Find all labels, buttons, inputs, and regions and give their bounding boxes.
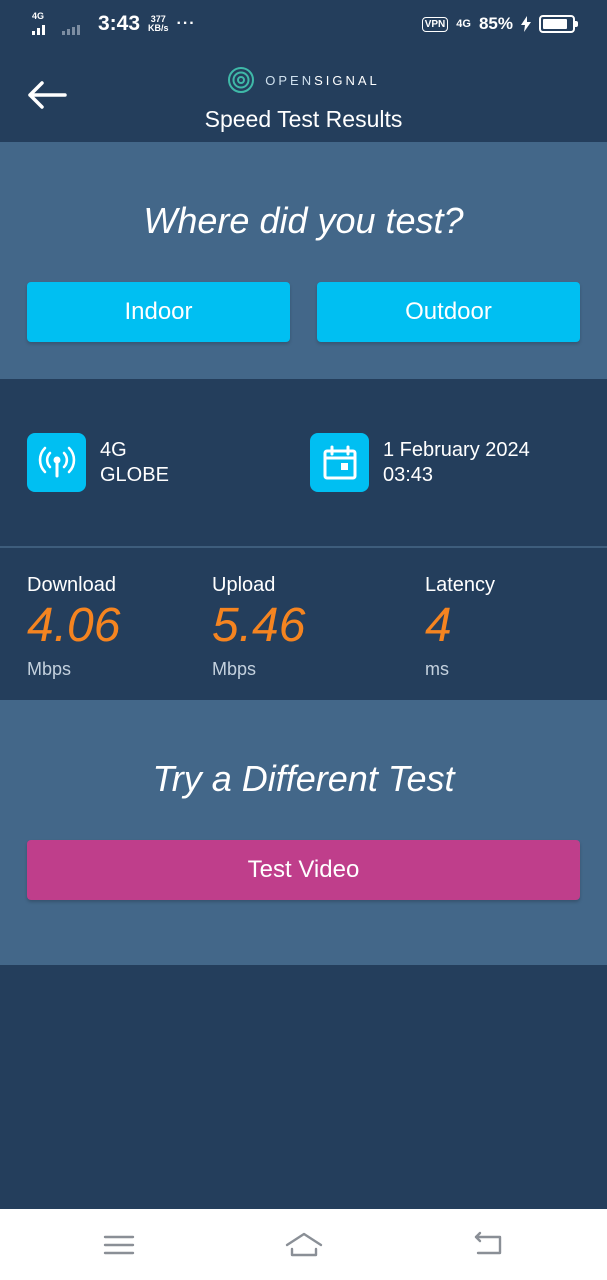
app-header: OPENSIGNAL Speed Test Results	[0, 48, 607, 142]
menu-icon[interactable]	[99, 1229, 139, 1261]
connection-info: 4G GLOBE 1 February 2024 03:43	[0, 379, 607, 547]
network-speed-unit: KB/s	[148, 23, 169, 33]
latency-unit: ms	[425, 659, 449, 679]
test-time: 03:43	[383, 463, 434, 486]
download-value: 4.06	[27, 599, 121, 652]
network-type: 4G	[100, 438, 127, 461]
battery-percent: 85%	[478, 14, 513, 33]
home-icon[interactable]	[284, 1229, 324, 1261]
test-video-button[interactable]: Test Video	[27, 840, 580, 900]
download-label: Download	[27, 574, 116, 596]
system-nav-bar	[0, 1209, 607, 1280]
status-bar-left: 4G 3:43 377 KB/s ···	[32, 11, 196, 36]
operator-name: GLOBE	[100, 463, 169, 486]
outdoor-button[interactable]: Outdoor	[317, 282, 580, 342]
brand-prefix: OPEN	[265, 72, 315, 88]
vpn-badge: VPN	[421, 16, 449, 32]
upload-metric: Upload 5.46 Mbps	[212, 574, 305, 680]
status-time: 3:43	[98, 12, 141, 35]
charging-bolt-icon	[521, 16, 531, 32]
battery-fill	[543, 19, 567, 29]
latency-label: Latency	[425, 574, 496, 596]
location-question: Where did you test?	[143, 200, 464, 241]
opensignal-logo: OPENSIGNAL	[0, 66, 607, 94]
different-test-title: Try a Different Test	[152, 758, 455, 799]
different-test-panel: Try a Different Test Test Video	[0, 700, 607, 965]
network-info: 4G GLOBE	[27, 433, 169, 492]
battery-icon	[539, 15, 578, 33]
more-notifications-icon: ···	[176, 15, 196, 32]
status-bar-right: VPN 4G 85%	[421, 14, 578, 34]
download-unit: Mbps	[27, 659, 72, 679]
calendar-icon	[310, 433, 369, 492]
back-icon[interactable]	[468, 1229, 508, 1261]
latency-metric: Latency 4 ms	[425, 574, 495, 680]
latency-value: 4	[425, 599, 452, 652]
download-metric: Download 4.06 Mbps	[27, 574, 120, 680]
network-type-label: 4G	[32, 11, 45, 21]
upload-label: Upload	[212, 574, 276, 596]
date-details: 1 February 2024 03:43	[383, 438, 530, 488]
page-title: Speed Test Results	[204, 106, 403, 132]
location-prompt-panel: Where did you test? Indoor Outdoor	[0, 142, 607, 379]
signal-strength-icon: 4G	[32, 11, 54, 35]
data-network-label: 4G	[456, 18, 471, 30]
network-details: 4G GLOBE	[100, 438, 169, 488]
opensignal-logo-icon	[228, 67, 255, 93]
brand-suffix: SIGNAL	[314, 72, 380, 88]
brand-name: OPENSIGNAL	[265, 73, 380, 88]
secondary-signal-icon	[62, 13, 84, 35]
indoor-button[interactable]: Indoor	[27, 282, 290, 342]
upload-value: 5.46	[212, 599, 306, 652]
network-speed: 377 KB/s	[148, 15, 169, 33]
date-info: 1 February 2024 03:43	[310, 433, 530, 492]
upload-unit: Mbps	[212, 659, 257, 679]
speed-results: Download 4.06 Mbps Upload 5.46 Mbps Late…	[0, 548, 607, 700]
test-date: 1 February 2024	[383, 438, 530, 461]
status-bar: 4G 3:43 377 KB/s ··· VPN 4G 85%	[0, 0, 607, 48]
antenna-icon	[27, 433, 86, 492]
